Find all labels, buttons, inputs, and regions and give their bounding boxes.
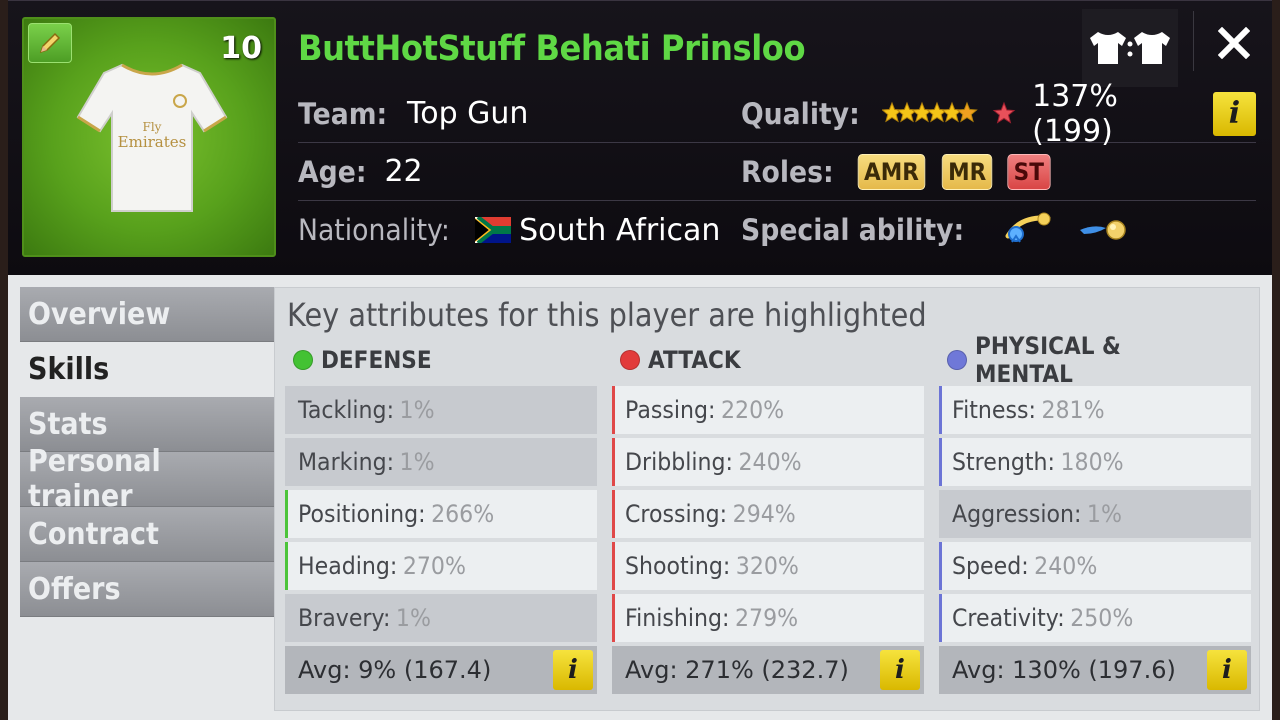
player-details-panel: Overview Skills Stats Personal trainer C…	[8, 275, 1272, 720]
attack-dot-icon	[620, 350, 640, 370]
role-badge: MR	[941, 153, 993, 190]
close-button[interactable]	[1208, 17, 1260, 69]
average-value: Avg: 9% (167.4)	[298, 656, 492, 684]
attribute-row-highlighted: Shooting: 320%	[612, 542, 924, 590]
info-icon: i	[895, 655, 905, 685]
tab-overview[interactable]: Overview	[20, 287, 274, 342]
physical-info-button[interactable]: i	[1207, 650, 1247, 690]
column-header: DEFENSE	[285, 344, 597, 376]
info-icon: i	[1222, 655, 1232, 685]
nationality-label: Nationality:	[298, 213, 450, 247]
quality-value: 137% (199)	[1032, 78, 1118, 149]
average-value: Avg: 130% (197.6)	[952, 656, 1176, 684]
quality-info-button[interactable]: i	[1212, 91, 1256, 136]
physical-mental-column: PHYSICAL & MENTAL Fitness: 281% Strength:…	[939, 332, 1251, 694]
info-row-team-quality: Team: Top Gun Quality: 137% (199) i	[298, 79, 1256, 149]
side-tab-list: Overview Skills Stats Personal trainer C…	[20, 287, 274, 617]
attribute-row-highlighted: Creativity: 250%	[939, 594, 1251, 642]
team-label: Team:	[298, 96, 388, 131]
jersey-sponsor-line1: Fly	[143, 120, 162, 134]
tab-personal-trainer[interactable]: Personal trainer	[20, 444, 274, 514]
age-value: 22	[384, 154, 423, 189]
special-ability-label: Special ability:	[741, 213, 965, 247]
average-row: Avg: 130% (197.6) i	[939, 646, 1251, 694]
player-name: ButtHotStuff Behati Prinsloo	[298, 29, 806, 69]
physical-dot-icon	[947, 350, 967, 370]
player-photo: 10 Fly Emirates	[22, 17, 276, 257]
attribute-row: Marking: 1%	[285, 438, 597, 486]
attribute-row-highlighted: Crossing: 294%	[612, 490, 924, 538]
defense-dot-icon	[293, 350, 313, 370]
south-africa-flag-icon	[475, 217, 512, 243]
kit-compare-button[interactable]	[1082, 9, 1178, 87]
attribute-row-highlighted: Finishing: 279%	[612, 594, 924, 642]
info-icon: i	[568, 655, 578, 685]
attribute-row: Aggression: 1%	[939, 490, 1251, 538]
column-header: ATTACK	[612, 344, 924, 376]
team-value[interactable]: Top Gun	[407, 96, 528, 131]
nationality-value: South African	[519, 212, 721, 248]
attribute-row-highlighted: Passing: 220%	[612, 386, 924, 434]
quality-stars	[882, 99, 1022, 129]
tab-offers[interactable]: Offers	[20, 562, 274, 617]
attribute-row-highlighted: Heading: 270%	[285, 542, 597, 590]
attribute-row-highlighted: Fitness: 281%	[939, 386, 1251, 434]
header-divider	[1193, 11, 1194, 71]
attribute-row-highlighted: Positioning: 266%	[285, 490, 597, 538]
defense-info-button[interactable]: i	[553, 650, 593, 690]
tab-contract[interactable]: Contract	[20, 507, 274, 562]
star-rating-icon	[882, 101, 1016, 124]
jersey-sponsor-line2: Emirates	[118, 133, 187, 151]
player-header: 10 Fly Emirates ButtHotStuff Behati Prin…	[8, 0, 1272, 275]
attribute-row-highlighted: Strength: 180%	[939, 438, 1251, 486]
close-icon	[1218, 27, 1250, 59]
attack-column: ATTACK Passing: 220% Dribbling: 240% Cross…	[612, 344, 924, 694]
info-icon: i	[1228, 96, 1241, 131]
tab-skills[interactable]: Skills	[20, 342, 274, 397]
edit-button[interactable]	[28, 23, 72, 63]
column-header: PHYSICAL & MENTAL	[939, 332, 1251, 388]
age-label: Age:	[298, 154, 367, 189]
attribute-row: Tackling: 1%	[285, 386, 597, 434]
pencil-icon	[39, 32, 61, 54]
role-badge: AMR	[857, 153, 925, 190]
average-value: Avg: 271% (232.7)	[625, 656, 849, 684]
info-row-nationality-special: Nationality: South African Special abili…	[298, 201, 1256, 259]
average-row: Avg: 9% (167.4) i	[285, 646, 597, 694]
defense-column: DEFENSE Tackling: 1% Marking: 1% Positioni…	[285, 344, 597, 694]
info-row-age-roles: Age: 22 Roles: AMR MR ST	[298, 143, 1256, 201]
highlight-hint: Key attributes for this player are highl…	[287, 296, 927, 334]
quality-label: Quality:	[741, 96, 860, 131]
skills-content: Key attributes for this player are highl…	[274, 287, 1260, 711]
average-row: Avg: 271% (232.7) i	[612, 646, 924, 694]
special-ability-icon-2[interactable]	[1076, 210, 1132, 250]
attribute-row-highlighted: Speed: 240%	[939, 542, 1251, 590]
attribute-row-highlighted: Dribbling: 240%	[612, 438, 924, 486]
role-badge: ST	[1007, 153, 1051, 190]
roles-label: Roles:	[741, 154, 834, 189]
shirt-compare-icon	[1090, 32, 1170, 64]
attribute-row: Bravery: 1%	[285, 594, 597, 642]
special-ability-icon-1[interactable]	[1000, 210, 1056, 250]
attack-info-button[interactable]: i	[880, 650, 920, 690]
jersey-image: Fly Emirates	[76, 63, 228, 212]
